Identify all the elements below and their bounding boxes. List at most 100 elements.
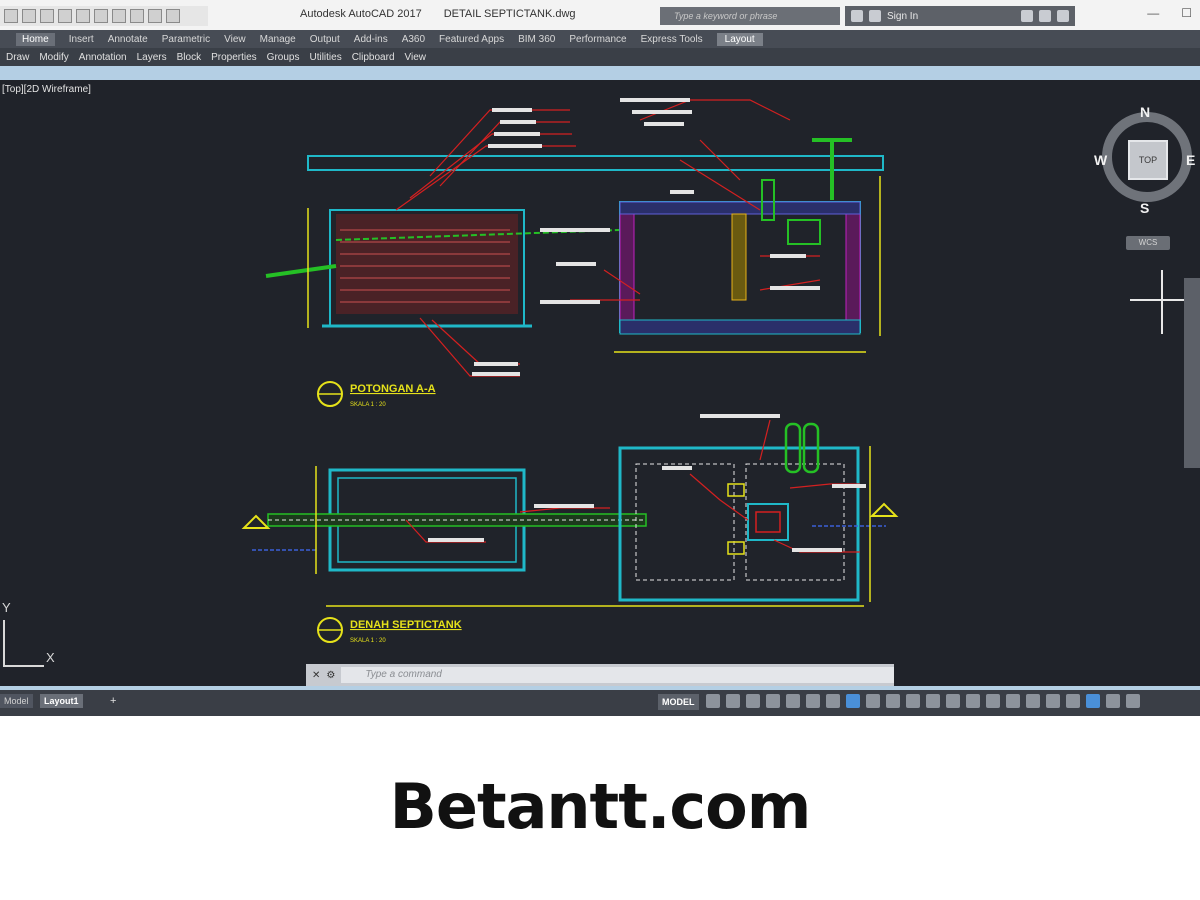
binoculars-icon[interactable] bbox=[851, 10, 863, 22]
help-icon[interactable] bbox=[1057, 10, 1069, 22]
tab-insert[interactable]: Insert bbox=[69, 34, 94, 45]
ribbon-tabs: Home Insert Annotate Parametric View Manage Ou… bbox=[0, 30, 1200, 48]
manhole-plan bbox=[747, 503, 789, 541]
annotation-scale-icon[interactable] bbox=[906, 694, 920, 708]
tab-output[interactable]: Output bbox=[310, 34, 340, 45]
navigation-bar[interactable] bbox=[1184, 278, 1200, 468]
command-input[interactable]: Type a command bbox=[341, 667, 894, 683]
tab-annotate[interactable]: Annotate bbox=[108, 34, 148, 45]
close-command-icon[interactable]: ✕ bbox=[312, 670, 320, 681]
tab-parametric[interactable]: Parametric bbox=[162, 34, 210, 45]
clean-screen-icon[interactable] bbox=[1106, 694, 1120, 708]
share-icon[interactable] bbox=[148, 9, 162, 23]
infiltration-fill bbox=[336, 214, 518, 314]
hardware-acceleration-icon[interactable] bbox=[1086, 694, 1100, 708]
polar-icon[interactable] bbox=[766, 694, 780, 708]
annotation-monitor-icon[interactable] bbox=[986, 694, 1000, 708]
autocad-window: Autodesk AutoCAD 2017 DETAIL SEPTICTANK.d… bbox=[0, 0, 1200, 716]
tab-bim-360[interactable]: BIM 360 bbox=[518, 34, 555, 45]
tab-performance[interactable]: Performance bbox=[569, 34, 626, 45]
tab-express-tools[interactable]: Express Tools bbox=[641, 34, 703, 45]
lineweight-icon[interactable] bbox=[846, 694, 860, 708]
panel-properties[interactable]: Properties bbox=[211, 52, 257, 63]
autoscale-icon[interactable] bbox=[946, 694, 960, 708]
septic-chamber-2 bbox=[745, 463, 845, 581]
sign-in-button[interactable]: Sign In bbox=[887, 11, 918, 22]
units-icon[interactable] bbox=[1006, 694, 1020, 708]
ucs-x-label: X bbox=[46, 650, 55, 665]
isolate-objects-icon[interactable] bbox=[1066, 694, 1080, 708]
viewcube-top-face[interactable]: TOP bbox=[1128, 140, 1168, 180]
workspace-switch-icon[interactable] bbox=[966, 694, 980, 708]
ortho-icon[interactable] bbox=[746, 694, 760, 708]
compass-south[interactable]: S bbox=[1140, 200, 1149, 216]
file-title: DETAIL SEPTICTANK.dwg bbox=[443, 8, 576, 20]
panel-draw[interactable]: Draw bbox=[6, 52, 29, 63]
lock-ui-icon[interactable] bbox=[1046, 694, 1060, 708]
septic-floor bbox=[619, 319, 861, 335]
panel-utilities[interactable]: Utilities bbox=[309, 52, 341, 63]
tab-add-ins[interactable]: Add-ins bbox=[354, 34, 388, 45]
window-controls: — ☐ bbox=[1147, 6, 1192, 20]
workspace-icon[interactable] bbox=[166, 9, 180, 23]
panel-groups[interactable]: Groups bbox=[267, 52, 300, 63]
isodraft-icon[interactable] bbox=[786, 694, 800, 708]
section-marker-right bbox=[869, 502, 899, 517]
compass-east[interactable]: E bbox=[1186, 152, 1195, 168]
septic-wall-left bbox=[619, 209, 635, 333]
open-icon[interactable] bbox=[40, 9, 54, 23]
viewcube[interactable]: TOP N S E W bbox=[1094, 104, 1200, 224]
compass-west[interactable]: W bbox=[1094, 152, 1107, 168]
ucs-icon bbox=[3, 620, 44, 667]
annotation-visibility-icon[interactable] bbox=[926, 694, 940, 708]
panel-modify[interactable]: Modify bbox=[39, 52, 68, 63]
panel-clipboard[interactable]: Clipboard bbox=[352, 52, 395, 63]
maximize-icon[interactable]: ☐ bbox=[1181, 6, 1192, 20]
tab-layout[interactable]: Layout bbox=[716, 32, 763, 46]
tab-featured-apps[interactable]: Featured Apps bbox=[439, 34, 504, 45]
selection-cycling-icon[interactable] bbox=[886, 694, 900, 708]
panel-layers[interactable]: Layers bbox=[137, 52, 167, 63]
redo-icon[interactable] bbox=[130, 9, 144, 23]
snap-icon[interactable] bbox=[726, 694, 740, 708]
tab-a360[interactable]: A360 bbox=[402, 34, 425, 45]
customize-command-icon[interactable]: ⚙ bbox=[326, 670, 335, 681]
minimize-icon[interactable]: — bbox=[1147, 6, 1159, 20]
panel-annotation[interactable]: Annotation bbox=[79, 52, 127, 63]
plot-icon[interactable] bbox=[94, 9, 108, 23]
tab-manage[interactable]: Manage bbox=[260, 34, 296, 45]
compass-north[interactable]: N bbox=[1140, 104, 1150, 120]
exchange-icon[interactable] bbox=[1021, 10, 1033, 22]
baffle-plan bbox=[727, 483, 745, 497]
save-as-icon[interactable] bbox=[76, 9, 90, 23]
connect-icon[interactable] bbox=[1039, 10, 1051, 22]
command-line: ✕ ⚙ Type a command bbox=[306, 664, 894, 686]
quick-properties-icon[interactable] bbox=[1026, 694, 1040, 708]
otrack-icon[interactable] bbox=[806, 694, 820, 708]
panel-block[interactable]: Block bbox=[177, 52, 201, 63]
new-icon[interactable] bbox=[22, 9, 36, 23]
save-icon[interactable] bbox=[58, 9, 72, 23]
undo-icon[interactable] bbox=[112, 9, 126, 23]
septic-tank-plan bbox=[618, 446, 860, 602]
baffle-plan-2 bbox=[727, 541, 745, 555]
transparency-icon[interactable] bbox=[866, 694, 880, 708]
grid-icon[interactable] bbox=[706, 694, 720, 708]
watermark-caption: Betantt.com bbox=[389, 770, 812, 843]
customization-icon[interactable] bbox=[1126, 694, 1140, 708]
tab-model[interactable]: Model bbox=[0, 694, 33, 708]
search-input[interactable]: Type a keyword or phrase bbox=[660, 7, 840, 25]
model-space-button[interactable]: MODEL bbox=[658, 694, 699, 710]
baffle-wall bbox=[731, 213, 747, 301]
manhole-plan-inner bbox=[755, 511, 781, 533]
app-title: Autodesk AutoCAD 2017 bbox=[300, 8, 422, 20]
tab-home[interactable]: Home bbox=[16, 32, 55, 46]
app-menu-icon[interactable] bbox=[4, 9, 18, 23]
wcs-menu[interactable]: WCS bbox=[1126, 236, 1170, 250]
quick-access-toolbar bbox=[0, 6, 208, 26]
tab-view[interactable]: View bbox=[224, 34, 246, 45]
osnap-icon[interactable] bbox=[826, 694, 840, 708]
add-layout-button[interactable]: + bbox=[106, 694, 120, 708]
panel-view[interactable]: View bbox=[405, 52, 427, 63]
tab-layout1[interactable]: Layout1 bbox=[40, 694, 83, 708]
